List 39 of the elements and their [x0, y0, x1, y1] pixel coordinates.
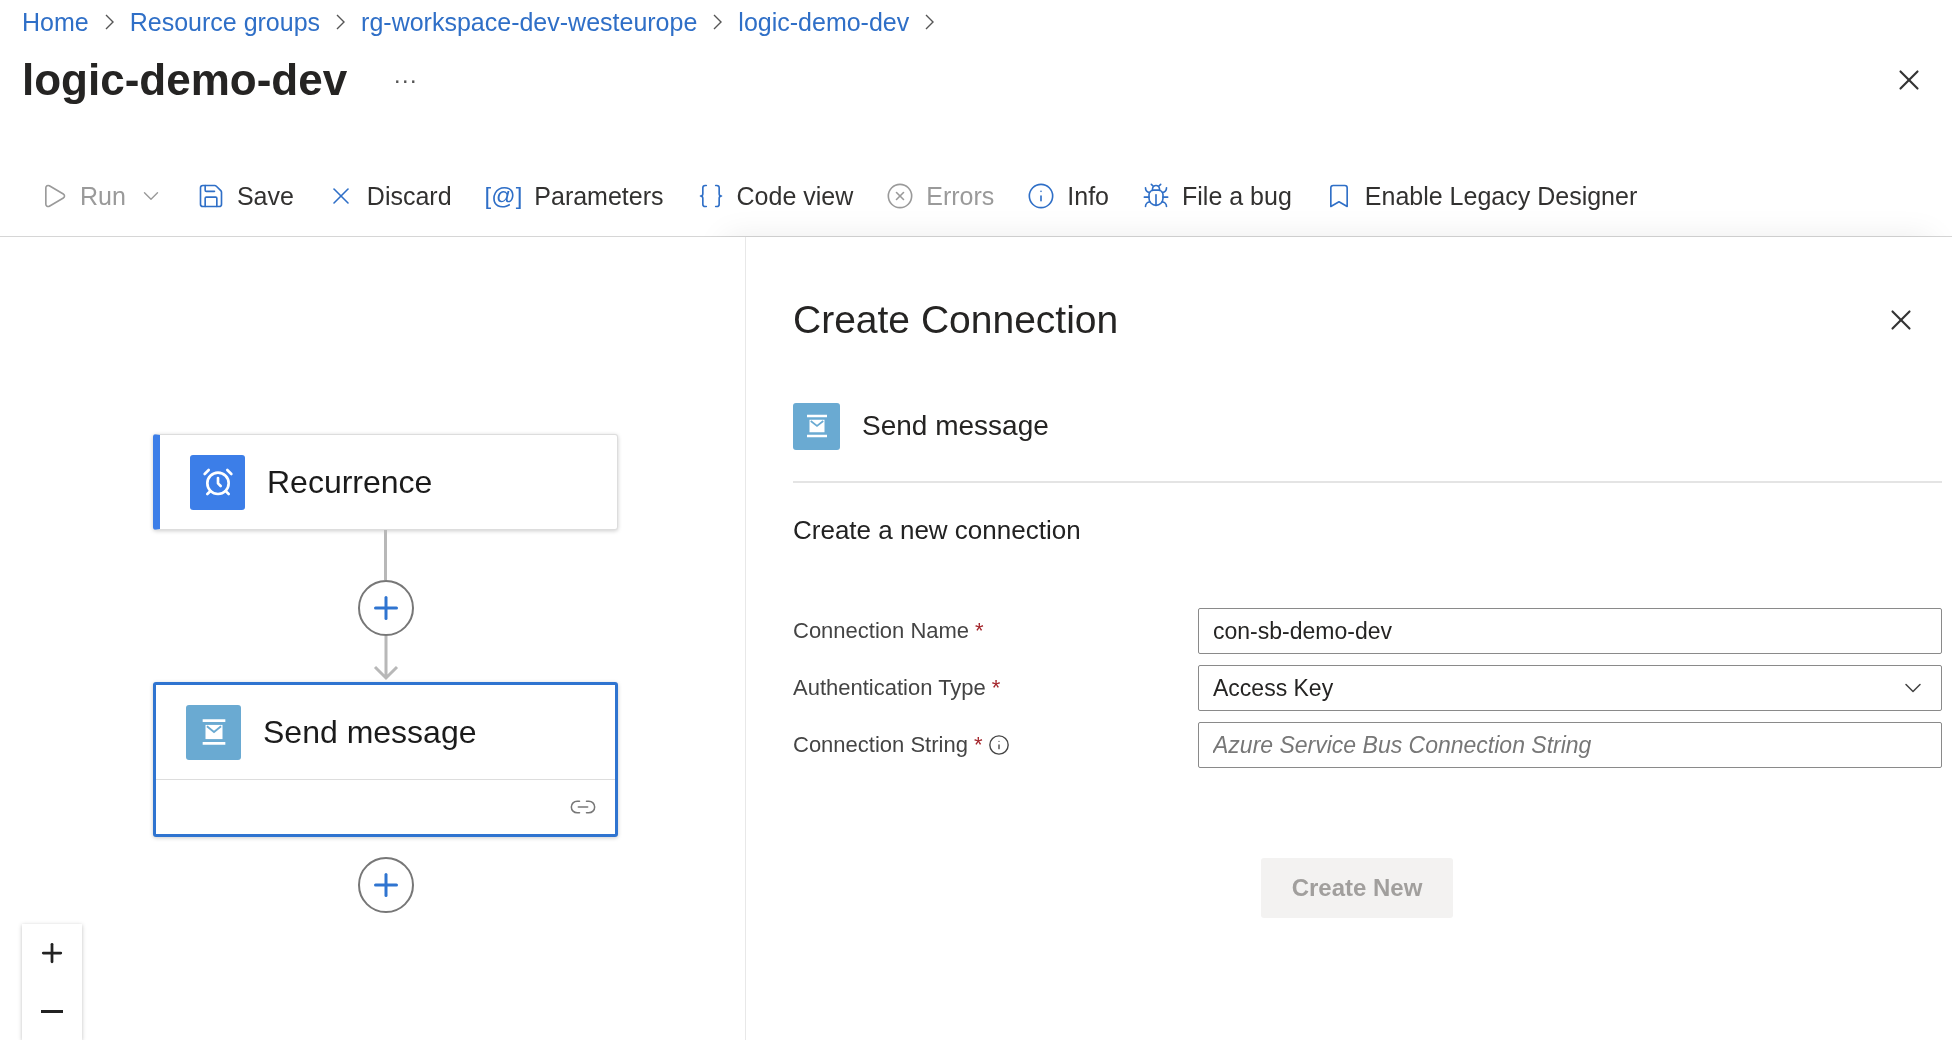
input-field[interactable]: con-sb-demo-dev — [1198, 608, 1942, 654]
breadcrumb-link[interactable]: logic-demo-dev — [738, 7, 910, 37]
zoom-in-button[interactable] — [22, 924, 82, 982]
workflow-step-card[interactable]: Send message — [153, 682, 618, 837]
step-title: Send message — [263, 713, 477, 751]
section-heading: Create a new connection — [793, 515, 1082, 546]
breadcrumb-link[interactable]: rg-workspace-dev-westeurope — [361, 7, 698, 37]
field-label: Connection Name — [793, 618, 970, 644]
field-label: Connection String — [793, 732, 968, 758]
bug-icon — [1142, 182, 1171, 210]
dropdown-field[interactable]: Access Key — [1198, 665, 1942, 711]
required-mark: * — [975, 618, 984, 644]
required-mark: * — [991, 675, 1001, 701]
breadcrumb-link[interactable]: Resource groups — [129, 7, 321, 37]
chevron-right-icon — [104, 14, 114, 30]
required-mark: * — [973, 732, 983, 758]
breadcrumb-link[interactable]: Home — [22, 7, 89, 37]
message-icon — [793, 402, 840, 450]
field-label: Authentication Type — [793, 675, 986, 701]
toolbar-button[interactable]: Discard — [326, 181, 452, 211]
chevron-right-icon — [925, 14, 935, 30]
step-title: Recurrence — [267, 463, 433, 501]
toolbar-button[interactable]: Save — [196, 181, 294, 211]
chevron-right-icon — [336, 14, 346, 30]
toolbar-button[interactable]: File a bug — [1142, 181, 1292, 211]
toolbar-button[interactable]: [@] Parameters — [484, 181, 664, 211]
parameters-icon: [@] — [484, 182, 523, 210]
toolbar-button[interactable]: Info — [1027, 181, 1110, 211]
toolbar-button[interactable]: Code view — [696, 181, 854, 211]
error-circle-icon — [886, 182, 915, 210]
workflow-step-card[interactable]: Recurrence — [153, 434, 618, 530]
page-title: logic-demo-dev — [22, 55, 348, 105]
chevron-right-icon — [713, 14, 723, 30]
panel-title: Create Connection — [793, 298, 1119, 342]
toolbar-button[interactable]: Enable Legacy Designer — [1324, 181, 1638, 211]
info-icon — [1027, 182, 1056, 210]
operation-title: Send message — [862, 410, 1049, 442]
minus-icon — [41, 1009, 63, 1013]
more-button[interactable]: ··· — [387, 66, 424, 94]
